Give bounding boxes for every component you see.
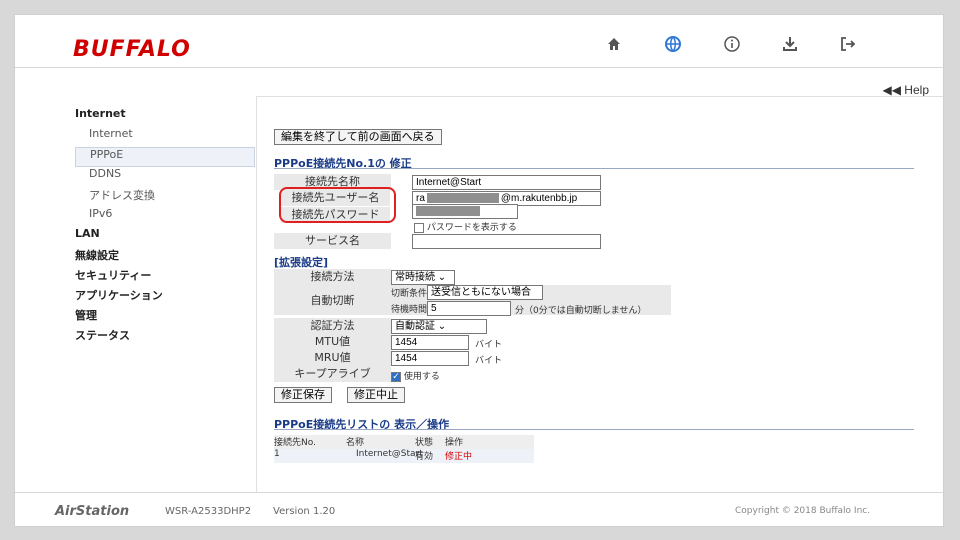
home-icon[interactable]	[599, 33, 629, 55]
buffalo-logo: BUFFALO	[73, 37, 191, 62]
title-divider	[274, 168, 914, 169]
sidebar-item-ddns[interactable]: DDNS	[75, 167, 255, 187]
disconnect-condition-select[interactable]: 送受信ともにない場合 ⌄	[427, 285, 543, 311]
back-button[interactable]: 編集を終了して前の画面へ戻る	[274, 129, 442, 145]
username-suffix: @m.rakutenbb.jp	[500, 193, 578, 204]
row-name: Internet@Start	[356, 449, 423, 459]
service-label: サービス名	[274, 233, 391, 249]
cancel-button[interactable]: 修正中止	[347, 387, 405, 403]
show-password-label: パスワードを表示する	[426, 223, 517, 233]
password-field[interactable]	[412, 204, 518, 219]
list-header-row: 接続先No. 名称 状態 操作	[274, 435, 534, 449]
sidebar-item-pppoe[interactable]: PPPoE	[75, 147, 255, 167]
sidebar-item-nat[interactable]: アドレス変換	[75, 187, 255, 207]
redacted-block	[426, 193, 499, 204]
list-header-action: 操作	[445, 438, 464, 448]
row-no: 1	[274, 449, 280, 459]
info-icon[interactable]	[717, 33, 747, 55]
sidebar-item-lan[interactable]: LAN	[75, 227, 255, 247]
download-icon[interactable]	[775, 33, 805, 55]
model-name: WSR-A2533DHP2	[165, 506, 252, 517]
show-password-checkbox[interactable]	[414, 222, 424, 233]
service-field[interactable]	[412, 234, 601, 249]
method-select[interactable]: 常時接続 ⌄	[391, 270, 455, 285]
highlight-annotation	[279, 187, 396, 223]
mru-label: MRU値	[274, 350, 391, 366]
mru-unit: バイト	[475, 356, 503, 366]
mtu-field[interactable]: 1454	[391, 335, 469, 350]
footer: AirStation WSR-A2533DHP2 Version 1.20 Co…	[15, 492, 943, 526]
firmware-version: Version 1.20	[273, 506, 336, 517]
router-admin-window: BUFFALO ◀◀ Help Internet Internet PPPoE …	[14, 14, 944, 527]
sidebar-item-internet[interactable]: Internet	[75, 107, 255, 127]
table-row: 1 Internet@Start 有効 修正中	[274, 449, 534, 463]
logout-icon[interactable]	[833, 33, 863, 55]
sidebar-item-internet-sub[interactable]: Internet	[75, 127, 255, 147]
wait-time-label: 待機時間	[391, 305, 428, 315]
list-header-no: 接続先No.	[274, 438, 316, 448]
copyright: Copyright © 2018 Buffalo Inc.	[735, 506, 871, 516]
sidebar-item-status[interactable]: ステータス	[75, 327, 255, 347]
sidebar-item-wireless[interactable]: 無線設定	[75, 247, 255, 267]
username-prefix: ra	[416, 193, 425, 204]
globe-icon[interactable]	[658, 33, 688, 55]
sidebar-item-applications[interactable]: アプリケーション	[75, 287, 255, 307]
help-link[interactable]: ◀◀ Help	[883, 83, 929, 97]
auth-value: 自動認証	[395, 321, 435, 332]
list-header-status: 状態	[415, 438, 434, 448]
sidebar: Internet Internet PPPoE DDNS アドレス変換 IPv6…	[75, 107, 255, 347]
keepalive-option[interactable]: ✓ 使用する	[391, 369, 440, 382]
main-content: 編集を終了して前の画面へ戻る PPPoE接続先No.1の 修正 接続先名称 In…	[256, 96, 943, 492]
list-divider	[274, 429, 914, 430]
wait-time-note: 分（0分では自動切断しません）	[515, 306, 647, 316]
list-header-name: 名称	[346, 438, 365, 448]
sidebar-item-admin[interactable]: 管理	[75, 307, 255, 327]
disconnect-condition-value: 送受信ともにない場合	[431, 287, 531, 298]
auto-disconnect-label: 自動切断	[310, 294, 355, 307]
sidebar-item-security[interactable]: セキュリティー	[75, 267, 255, 287]
keepalive-option-label: 使用する	[403, 372, 440, 382]
wait-time-field[interactable]: 5	[427, 301, 511, 316]
show-password-option[interactable]: パスワードを表示する	[414, 220, 517, 233]
connection-name-field[interactable]: Internet@Start	[412, 175, 601, 190]
keepalive-checkbox[interactable]: ✓	[391, 371, 401, 382]
top-header: BUFFALO	[15, 15, 943, 68]
auth-label: 認証方法	[274, 318, 391, 334]
airstation-brand: AirStation	[55, 504, 130, 519]
method-label: 接続方法	[274, 269, 391, 285]
auth-select[interactable]: 自動認証 ⌄	[391, 319, 487, 334]
mtu-unit: バイト	[475, 340, 503, 350]
sidebar-item-ipv6[interactable]: IPv6	[75, 207, 255, 227]
extended-title: [拡張設定]	[274, 256, 329, 269]
row-status: 有効	[415, 452, 434, 462]
save-button[interactable]: 修正保存	[274, 387, 332, 403]
mru-field[interactable]: 1454	[391, 351, 469, 366]
mtu-label: MTU値	[274, 334, 391, 350]
redacted-block	[416, 206, 480, 217]
method-value: 常時接続	[395, 272, 435, 283]
disconnect-condition-label: 切断条件	[391, 289, 428, 299]
row-action-link[interactable]: 修正中	[445, 449, 472, 462]
keepalive-label: キープアライブ	[274, 366, 391, 382]
